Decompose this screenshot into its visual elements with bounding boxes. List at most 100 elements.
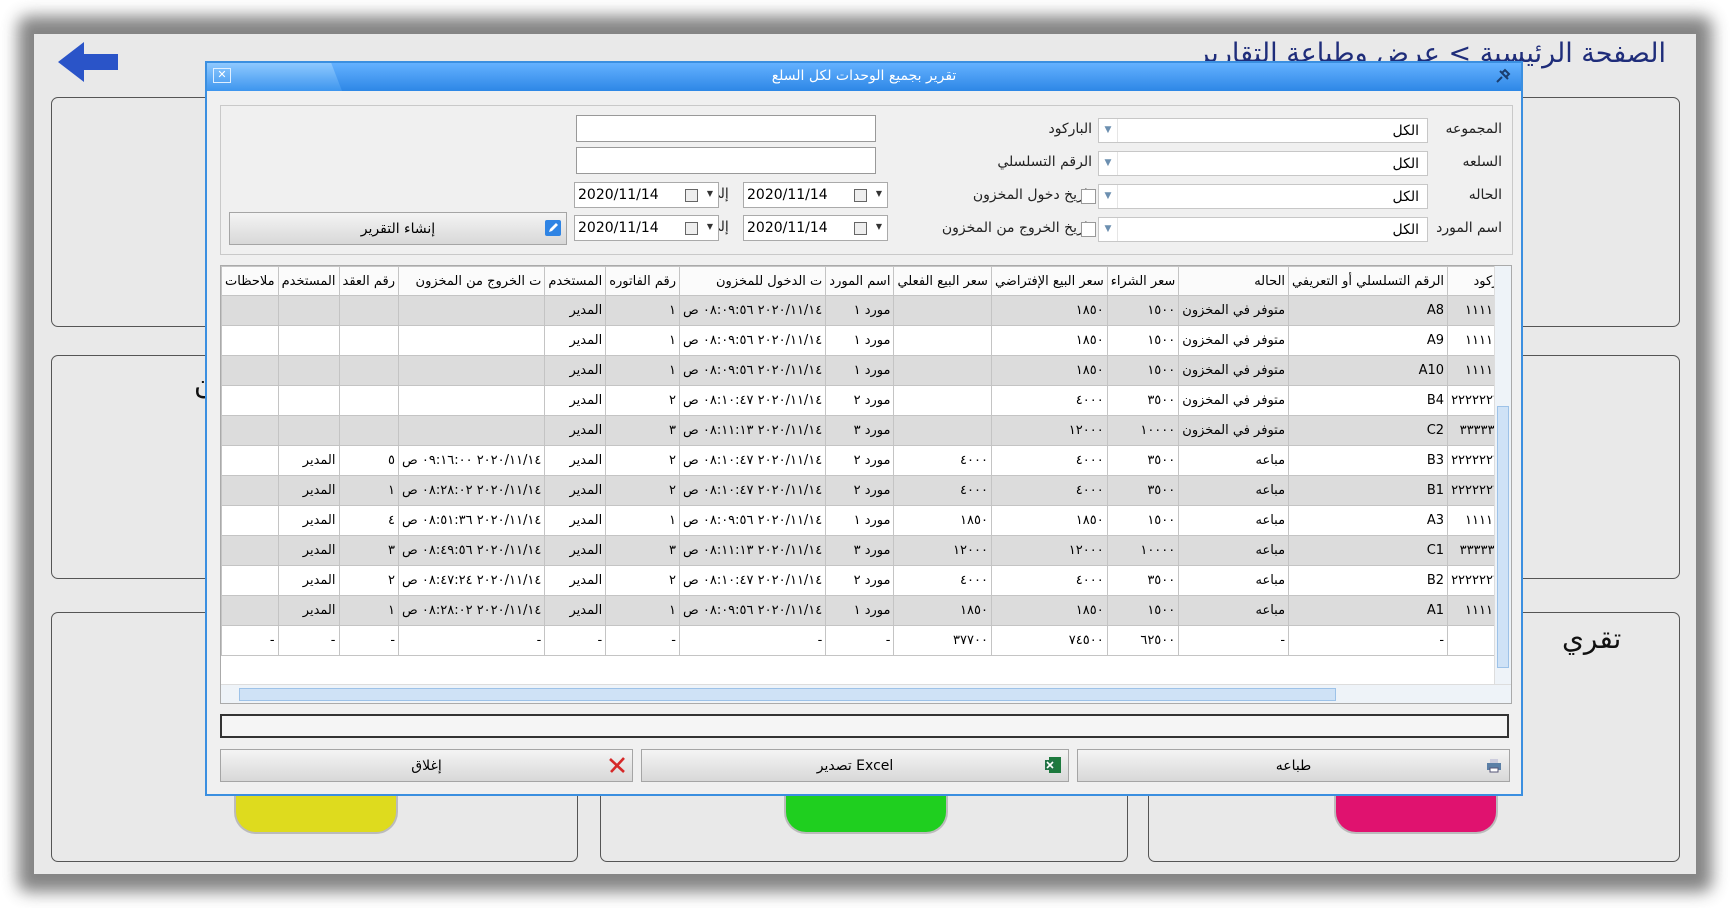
table-cell: مورد ٢ [825, 445, 895, 476]
serial-input[interactable] [576, 147, 876, 174]
total-cell: - [544, 625, 607, 656]
table-row[interactable]: ٣...٣٣٣٣٣٣C2متوفر في المخزون١٠٠٠٠١٢٠٠٠مو… [221, 415, 1511, 446]
table-cell: المدير [277, 535, 340, 566]
table-row[interactable]: ١١١١١١١١A1مباعه١٥٠٠١٨٥٠١٨٥٠مورد ١٢٠٢٠/١١… [221, 595, 1511, 626]
table-cell [893, 355, 992, 386]
table-cell: مباعه [1178, 505, 1290, 536]
column-header[interactable]: رقم الفاتوره [605, 266, 680, 296]
table-cell: متوفر في المخزون [1178, 415, 1290, 446]
exit-date-checkbox[interactable] [1081, 222, 1096, 237]
table-cell: ١٠٠٠٠ [1106, 535, 1180, 566]
table-row[interactable]: ١١١١١١١١A8متوفر في المخزون١٥٠٠١٨٥٠مورد ١… [221, 295, 1511, 326]
entry-date-to[interactable]: 2020/11/14 ▼ [574, 182, 719, 208]
table-row[interactable]: ٢٢٢٢٢٢٢٢٢٢B3مباعه٣٥٠٠٤٠٠٠٤٠٠٠مورد ٢٢٠٢٠/… [221, 445, 1511, 476]
table-cell: ٤٠٠٠ [990, 475, 1108, 506]
scroll-thumb[interactable] [1497, 406, 1509, 668]
table-cell: ٢ [605, 445, 680, 476]
barcode-input[interactable] [576, 115, 876, 142]
table-cell: ١ [605, 325, 680, 356]
column-header[interactable]: رقم العقد [338, 266, 400, 296]
column-header[interactable]: الرقم التسلسلي أو التعريفي [1288, 266, 1449, 296]
results-grid[interactable]: #الباركودالرقم التسلسلي أو التعريفيالحال… [220, 265, 1512, 704]
column-header[interactable]: ت الخروج من المخزون [398, 266, 546, 296]
table-row[interactable]: ٢٢٢٢٢٢٢٢٢٢B4متوفر في المخزون٣٥٠٠٤٠٠٠مورد… [221, 385, 1511, 416]
report-button-yellow[interactable] [234, 796, 398, 834]
print-button[interactable]: طباعه [1077, 749, 1510, 782]
table-cell [221, 415, 279, 446]
table-row[interactable]: ٣...٣٣٣٣٣٣C1مباعه١٠٠٠٠١٢٠٠٠١٢٠٠٠مورد ٣٢٠… [221, 535, 1511, 566]
table-cell [893, 415, 992, 446]
chevron-down-icon: ▼ [1099, 218, 1118, 241]
entry-date-from[interactable]: 2020/11/14 ▼ [743, 182, 888, 208]
table-cell: المدير [544, 325, 607, 356]
column-header[interactable]: ملاحظات [221, 266, 279, 296]
export-excel-button[interactable]: تصدير Excel [641, 749, 1069, 782]
scroll-thumb[interactable] [239, 688, 1336, 701]
column-header[interactable]: سعر البيع الإفتراضي [990, 266, 1108, 296]
item-select[interactable]: ▼ الكل [1098, 151, 1428, 176]
table-cell: متوفر في المخزون [1178, 325, 1290, 356]
create-report-button[interactable]: إنشاء التقرير [229, 212, 567, 245]
column-header[interactable]: الحاله [1178, 266, 1290, 296]
total-cell: - [338, 625, 400, 656]
column-header[interactable]: سعر الشراء [1106, 266, 1180, 296]
table-cell: A10 [1288, 355, 1449, 386]
table-cell [338, 355, 400, 386]
table-row[interactable]: ١١١١١١١١A9متوفر في المخزون١٥٠٠١٨٥٠مورد ١… [221, 325, 1511, 356]
column-header[interactable]: سعر البيع الفعلي [893, 266, 992, 296]
exit-date-to[interactable]: 2020/11/14 ▼ [574, 215, 719, 241]
table-cell: ١٨٥٠ [893, 595, 992, 626]
close-button[interactable]: إغلاق [220, 749, 633, 782]
total-cell: - [221, 625, 279, 656]
table-row[interactable]: ٢٢٢٢٢٢٢٢٢٢B2مباعه٣٥٠٠٤٠٠٠٤٠٠٠مورد ٢٢٠٢٠/… [221, 565, 1511, 596]
column-header[interactable]: اسم المورد [825, 266, 895, 296]
column-header[interactable]: ت الدخول للمخزون [678, 266, 827, 296]
column-header[interactable]: المستخدم [544, 266, 607, 296]
table-row[interactable]: ١١١١١١١١A10متوفر في المخزون١٥٠٠١٨٥٠مورد … [221, 355, 1511, 386]
table-cell: ٣ [605, 535, 680, 566]
entry-date-checkbox[interactable] [1081, 189, 1096, 204]
supplier-select[interactable]: ▼ الكل [1098, 217, 1428, 242]
chevron-down-icon: ▼ [1099, 119, 1118, 142]
table-cell: ٣٥٠٠ [1106, 385, 1180, 416]
table-cell: ١٢٠٠٠ [990, 535, 1108, 566]
table-cell: المدير [544, 295, 607, 326]
table-cell: مورد ١ [825, 295, 895, 326]
table-cell: المدير [544, 475, 607, 506]
horizontal-scrollbar[interactable] [221, 684, 1511, 703]
table-cell [277, 415, 340, 446]
totals-row: ---٦٢٥٠٠٧٤٥٠٠٣٧٧٠٠-------- [221, 625, 1511, 656]
exit-date-from[interactable]: 2020/11/14 ▼ [743, 215, 888, 241]
chevron-down-icon: ▼ [706, 222, 713, 231]
total-cell: - [825, 625, 895, 656]
table-cell [221, 475, 279, 506]
table-cell: ٣٥٠٠ [1106, 565, 1180, 596]
table-cell: ١ [605, 295, 680, 326]
table-cell [221, 565, 279, 596]
table-cell: ١٥٠٠ [1106, 295, 1180, 326]
report-button-green[interactable] [784, 796, 948, 834]
column-header[interactable]: المستخدم [277, 266, 340, 296]
table-cell: ١ [605, 595, 680, 626]
table-cell [338, 325, 400, 356]
table-cell: ٢٠٢٠/١١/١٤ ٠٨:١١:١٣ ص [678, 535, 827, 566]
table-cell: ٢ [605, 385, 680, 416]
table-cell: ١٥٠٠ [1106, 325, 1180, 356]
table-cell: ٣٥٠٠ [1106, 445, 1180, 476]
report-button-pink[interactable] [1334, 796, 1498, 834]
table-cell: ٢٠٢٠/١١/١٤ ٠٨:٠٩:٥٦ ص [678, 505, 827, 536]
pin-icon[interactable] [1493, 68, 1511, 86]
table-row[interactable]: ١١١١١١١١A3مباعه١٥٠٠١٨٥٠١٨٥٠مورد ١٢٠٢٠/١١… [221, 505, 1511, 536]
table-cell [338, 295, 400, 326]
calendar-icon [685, 222, 698, 235]
chevron-down-icon: ▼ [706, 189, 713, 198]
chevron-down-icon: ▼ [1099, 185, 1118, 208]
filter-panel: المجموعه ▼ الكل السلعه ▼ الكل الحاله ▼ ا… [220, 105, 1513, 255]
group-select[interactable]: ▼ الكل [1098, 118, 1428, 143]
status-label: الحاله [1468, 187, 1502, 203]
table-row[interactable]: ٢٢٢٢٢٢٢٢٢٢B1مباعه٣٥٠٠٤٠٠٠٤٠٠٠مورد ٢٢٠٢٠/… [221, 475, 1511, 506]
vertical-scrollbar[interactable] [1494, 266, 1511, 686]
status-select[interactable]: ▼ الكل [1098, 184, 1428, 209]
back-arrow-icon[interactable] [56, 40, 120, 84]
table-cell: ٢٠٢٠/١١/١٤ ٠٨:٠٩:٥٦ ص [678, 325, 827, 356]
